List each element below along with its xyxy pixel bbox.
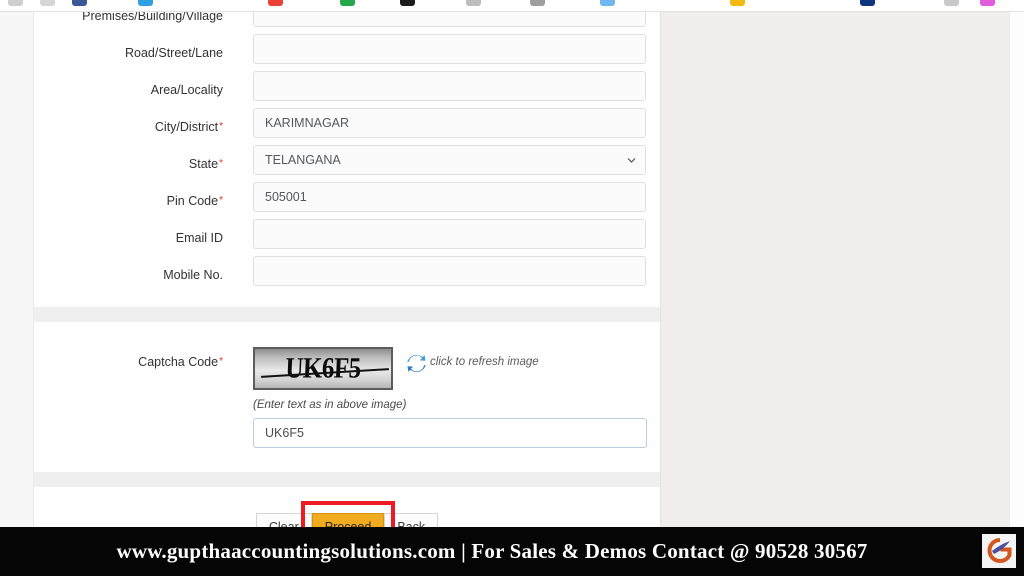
- input-city[interactable]: KARIMNAGAR: [253, 108, 646, 138]
- page-left-gutter: [0, 11, 34, 576]
- app-icon[interactable]: [980, 0, 995, 6]
- back-icon[interactable]: [8, 0, 23, 6]
- github-icon[interactable]: [400, 0, 415, 6]
- bookmark-icon[interactable]: [944, 0, 959, 6]
- refresh-label[interactable]: click to refresh image: [430, 356, 539, 368]
- field-row-area: Area/Locality: [34, 71, 660, 108]
- label-premises: Premises/Building/Village: [82, 11, 223, 23]
- promo-footer-banner: www.gupthaaccountingsolutions.com | For …: [0, 527, 1024, 576]
- input-road[interactable]: [253, 34, 646, 64]
- input-area[interactable]: [253, 71, 646, 101]
- page-right-gutter: [1010, 11, 1024, 576]
- field-row-pincode: Pin Code * 505001: [34, 182, 660, 219]
- label-mobile: Mobile No.: [163, 267, 223, 282]
- captcha-input[interactable]: UK6F5: [253, 418, 647, 448]
- input-pincode[interactable]: 505001: [253, 182, 646, 212]
- required-asterisk: *: [219, 120, 223, 132]
- label-captcha-code: Captcha Code *: [138, 355, 223, 369]
- required-asterisk: *: [219, 157, 223, 169]
- forward-icon[interactable]: [40, 0, 55, 6]
- chrome-icon[interactable]: [600, 0, 615, 6]
- address-card: Premises/Building/Village Road/Street/La…: [34, 11, 660, 307]
- label-email: Email ID: [175, 230, 223, 245]
- footer-contact-text: www.gupthaaccountingsolutions.com | For …: [116, 539, 868, 563]
- chevron-down-icon: [627, 157, 636, 165]
- captcha-card: Captcha Code * UK6F5 click to refresh ima…: [34, 322, 660, 472]
- captcha-image-text: UK6F5: [284, 351, 362, 384]
- field-row-road: Road/Street/Lane: [34, 34, 660, 71]
- settings-icon[interactable]: [530, 0, 545, 6]
- refresh-icon[interactable]: [406, 353, 427, 374]
- field-row-mobile: Mobile No.: [34, 256, 660, 293]
- linkedin-icon[interactable]: [860, 0, 875, 6]
- field-row-premises: Premises/Building/Village: [34, 11, 660, 34]
- label-state: State *: [188, 156, 223, 171]
- whatsapp-icon[interactable]: [340, 0, 355, 6]
- gmail-icon[interactable]: [268, 0, 283, 6]
- required-asterisk: *: [219, 194, 223, 206]
- label-road: Road/Street/Lane: [125, 45, 223, 60]
- puzzle-icon[interactable]: [466, 0, 481, 6]
- captcha-hint-text: (Enter text as in above image): [253, 399, 407, 411]
- label-city: City/District *: [154, 119, 223, 134]
- required-asterisk: *: [219, 356, 223, 367]
- field-row-city: City/District * KARIMNAGAR: [34, 108, 660, 145]
- label-area: Area/Locality: [150, 82, 223, 97]
- telegram-icon[interactable]: [138, 0, 153, 6]
- right-sidebar-panel: GUPTHA ACCOUNTING SOLUTIONS Activate Win…: [660, 11, 1011, 576]
- select-state[interactable]: TELANGANA: [253, 145, 646, 175]
- captcha-image: UK6F5: [253, 347, 393, 390]
- page-viewport: GUPTHA ACCOUNTING SOLUTIONS Activate Win…: [0, 11, 1024, 576]
- footer-logo-icon: [982, 534, 1016, 568]
- shield-icon[interactable]: [730, 0, 745, 6]
- field-row-email: Email ID: [34, 219, 660, 256]
- browser-extension-bar: [0, 0, 1024, 12]
- input-mobile[interactable]: [253, 256, 646, 286]
- input-email[interactable]: [253, 219, 646, 249]
- field-row-state: State * TELANGANA: [34, 145, 660, 182]
- facebook-icon[interactable]: [72, 0, 87, 6]
- input-premises[interactable]: [253, 11, 646, 27]
- label-pincode: Pin Code *: [166, 193, 223, 208]
